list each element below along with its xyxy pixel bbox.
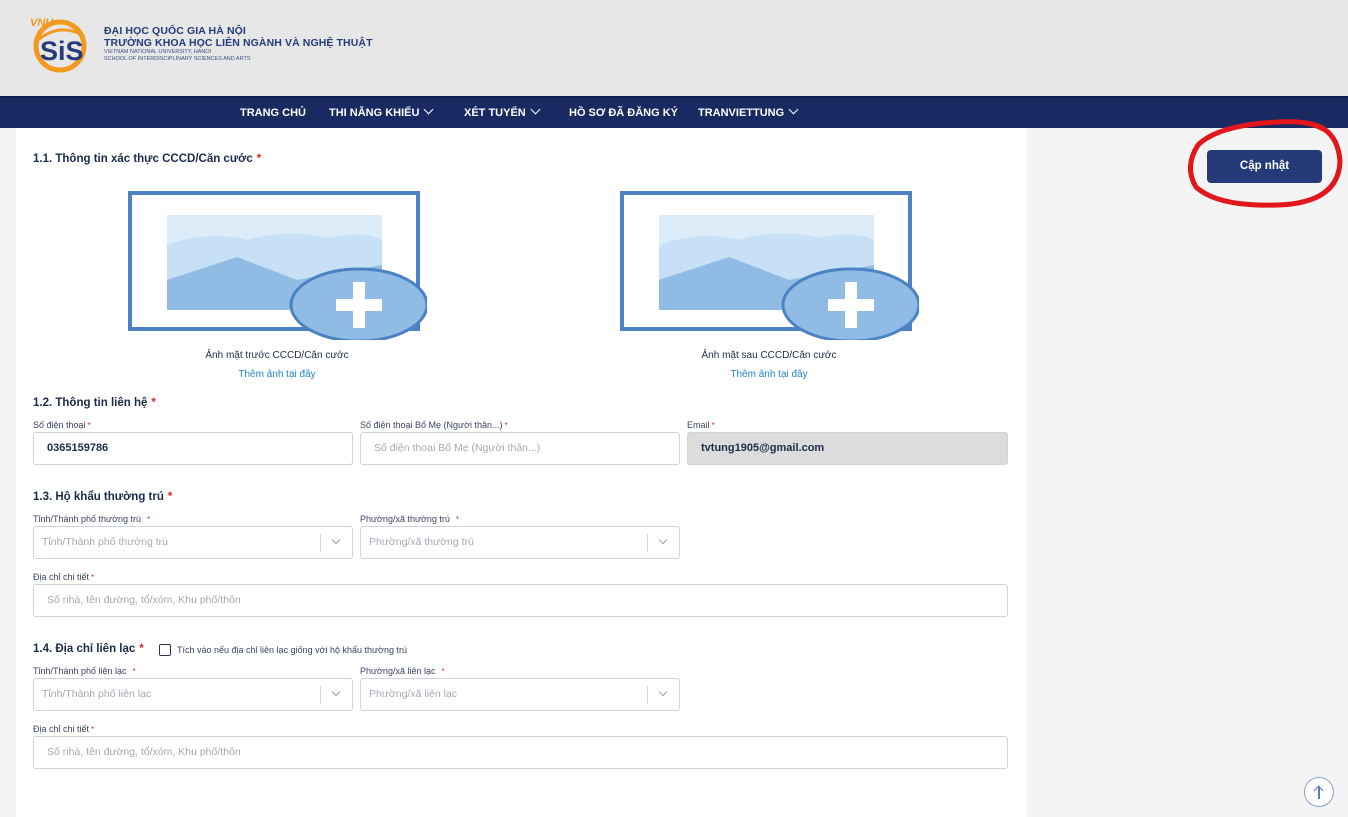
required-mark: *	[441, 667, 445, 676]
upload-front-image[interactable]	[127, 190, 427, 340]
contact-address-label: Địa chỉ chi tiết *	[33, 724, 94, 734]
chevron-down-icon	[788, 104, 799, 115]
upload-back-image[interactable]	[619, 190, 919, 340]
parent-phone-label: Số điện thoại Bố Mẹ (Người thân...) *	[360, 420, 508, 430]
nav-label: XÉT TUYỂN	[464, 107, 526, 119]
brand-line-4: SCHOOL OF INTERDISCIPLINARY SCIENCES AND…	[104, 56, 251, 62]
permanent-address-label: Địa chỉ chi tiết *	[33, 572, 94, 582]
chevron-down-icon	[658, 535, 668, 545]
required-mark: *	[504, 421, 508, 430]
chevron-down-icon	[658, 687, 668, 697]
back-image-caption: Ảnh mặt sau CCCD/Căn cước	[701, 350, 837, 361]
contact-ward-select[interactable]: Phường/xã liên lạc	[360, 678, 680, 711]
section-title-text: 1.3. Hộ khẩu thường trú	[33, 491, 164, 503]
contact-ward-label: Phường/xã liên lạc *	[360, 666, 445, 676]
label-text: Email	[687, 420, 710, 430]
required-mark: *	[132, 667, 136, 676]
nav-label: TRANVIETTUNG	[698, 107, 785, 119]
required-mark: *	[87, 421, 91, 430]
select-divider	[647, 686, 648, 704]
front-image-caption: Ảnh mặt trước CCCD/Căn cước	[205, 350, 349, 361]
phone-input[interactable]: 0365159786	[33, 432, 353, 465]
section-title-id-verification: 1.1. Thông tin xác thực CCCD/Căn cước *	[33, 153, 261, 165]
nav-label: HỒ SƠ ĐÃ ĐĂNG KÝ	[569, 107, 679, 119]
select-placeholder: Tỉnh/Thành phố liên lạc	[42, 688, 152, 700]
scroll-to-top-button[interactable]	[1304, 777, 1334, 807]
brand-line-3: VIETNAM NATIONAL UNIVERSITY, HANOI	[104, 49, 212, 55]
front-image-add-link[interactable]: Thêm ảnh tại đây	[127, 369, 427, 380]
nav-item-user-menu[interactable]: TRANVIETTUNG	[698, 98, 799, 128]
svg-text:SiS: SiS	[40, 36, 84, 66]
nav-item-aptitude-exam[interactable]: THI NĂNG KHIẾU	[329, 98, 434, 128]
required-mark: *	[91, 725, 95, 734]
select-placeholder: Phường/xã liên lạc	[369, 688, 458, 700]
nav-label: TRANG CHỦ	[240, 107, 306, 119]
email-input[interactable]: tvtung1905@gmail.com	[687, 432, 1008, 465]
chevron-down-icon	[331, 535, 341, 545]
select-placeholder: Phường/xã thường trú	[369, 536, 474, 548]
select-divider	[320, 686, 321, 704]
nav-label: THI NĂNG KHIẾU	[329, 107, 420, 119]
permanent-ward-label: Phường/xã thường trú *	[360, 514, 459, 524]
section-title-text: 1.1. Thông tin xác thực CCCD/Căn cước	[33, 153, 253, 165]
brand-line-2: TRƯỜNG KHOA HỌC LIÊN NGÀNH VÀ NGHỆ THUẬT	[104, 37, 373, 49]
update-button[interactable]: Cập nhật	[1207, 150, 1322, 183]
select-placeholder: Tỉnh/Thành phố thường trú	[42, 536, 168, 548]
same-address-checkbox[interactable]	[159, 644, 171, 656]
nav-item-registered-profiles[interactable]: HỒ SƠ ĐÃ ĐĂNG KÝ	[569, 98, 678, 128]
permanent-province-select[interactable]: Tỉnh/Thành phố thường trú	[33, 526, 353, 559]
site-header: VNU SiS ĐẠI HỌC QUỐC GIA HÀ NỘI TRƯỜNG K…	[0, 0, 1348, 96]
required-mark: *	[151, 397, 156, 409]
label-text: Tỉnh/Thành phố liên lạc	[33, 666, 127, 676]
nav-item-admission[interactable]: XÉT TUYỂN	[464, 98, 541, 128]
label-text: Phường/xã liên lạc	[360, 666, 436, 676]
label-text: Tỉnh/Thành phố thường trú	[33, 514, 141, 524]
form-panel: 1.1. Thông tin xác thực CCCD/Căn cước * Ả…	[16, 128, 1026, 817]
label-text: Số điện thoại Bố Mẹ (Người thân...)	[360, 420, 503, 430]
required-mark: *	[91, 573, 95, 582]
brand-line-1: ĐẠI HỌC QUỐC GIA HÀ NỘI	[104, 25, 246, 37]
permanent-address-input[interactable]: Số nhà, tên đường, tổ/xóm, Khu phố/thôn	[33, 584, 1008, 617]
contact-province-label: Tỉnh/Thành phố liên lạc *	[33, 666, 136, 676]
arrow-up-head	[1313, 785, 1324, 796]
nav-item-home[interactable]: TRANG CHỦ	[240, 98, 306, 128]
phone-label: Số điện thoại *	[33, 420, 91, 430]
contact-address-input[interactable]: Số nhà, tên đường, tổ/xóm, Khu phố/thôn	[33, 736, 1008, 769]
required-mark: *	[167, 491, 173, 503]
main-nav: TRANG CHỦ THI NĂNG KHIẾU XÉT TUYỂN HỒ SƠ…	[0, 96, 1348, 128]
section-title-text: 1.4. Địa chỉ liên lạc	[33, 643, 136, 655]
select-divider	[647, 534, 648, 552]
required-mark: *	[711, 421, 715, 430]
brand-text: ĐẠI HỌC QUỐC GIA HÀ NỘI TRƯỜNG KHOA HỌC …	[104, 25, 373, 63]
required-mark: *	[139, 643, 144, 655]
email-label: Email *	[687, 420, 715, 430]
section-title-permanent-residence: 1.3. Hộ khẩu thường trú *	[33, 491, 172, 503]
section-title-contact-address: 1.4. Địa chỉ liên lạc *	[33, 643, 144, 655]
label-text: Phường/xã thường trú	[360, 514, 450, 524]
label-text: Địa chỉ chi tiết	[33, 724, 90, 734]
permanent-ward-select[interactable]: Phường/xã thường trú	[360, 526, 680, 559]
parent-phone-input[interactable]: Số điện thoại Bố Mẹ (Người thân...)	[360, 432, 680, 465]
chevron-down-icon	[424, 104, 434, 115]
label-text: Địa chỉ chi tiết	[33, 572, 90, 582]
select-divider	[320, 534, 321, 552]
contact-province-select[interactable]: Tỉnh/Thành phố liên lạc	[33, 678, 353, 711]
same-address-checkbox-label[interactable]: Tích vào nếu địa chỉ liên lạc giống với …	[177, 645, 407, 655]
chevron-down-icon	[530, 104, 541, 115]
chevron-down-icon	[331, 687, 341, 697]
required-mark: *	[455, 515, 460, 524]
required-mark: *	[147, 515, 151, 524]
section-title-contact-info: 1.2. Thông tin liên hệ *	[33, 397, 156, 409]
back-image-add-link[interactable]: Thêm ảnh tại đây	[619, 369, 919, 380]
label-text: Số điện thoại	[33, 420, 86, 430]
sis-logo[interactable]: VNU SiS	[28, 14, 96, 74]
section-title-text: 1.2. Thông tin liên hệ	[33, 397, 148, 409]
svg-text:VNU: VNU	[30, 17, 54, 29]
required-mark: *	[256, 153, 262, 165]
permanent-province-label: Tỉnh/Thành phố thường trú *	[33, 514, 150, 524]
